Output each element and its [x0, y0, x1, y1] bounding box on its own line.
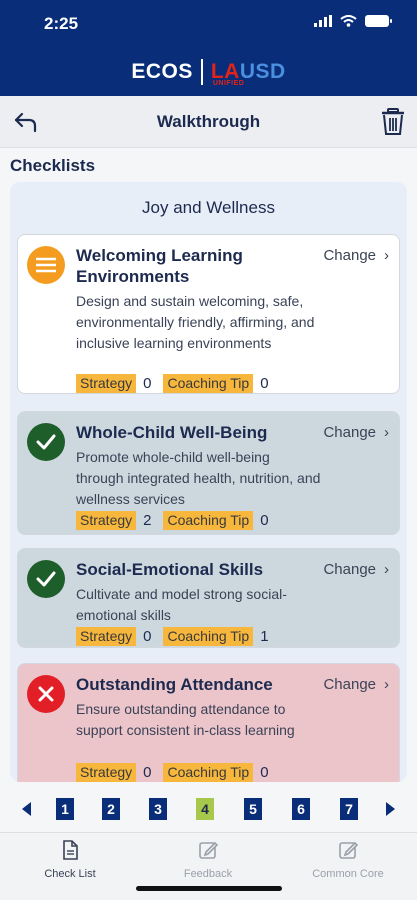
page-button-4[interactable]: 4 — [196, 798, 214, 820]
change-button[interactable]: Change › — [323, 247, 389, 264]
change-label: Change — [323, 676, 376, 693]
status-bar: 2:25 — [0, 0, 417, 48]
change-label: Change — [323, 247, 376, 264]
tab-feedback[interactable]: Feedback — [148, 839, 268, 880]
home-indicator — [136, 886, 282, 891]
page-button-7[interactable]: 7 — [340, 798, 358, 820]
card-tags: Strategy 2 Coaching Tip 0 — [76, 511, 281, 530]
check-glyph — [36, 571, 56, 587]
card-title: Outstanding Attendance — [76, 675, 273, 694]
card-description: Cultivate and model strong social-emotio… — [76, 586, 287, 623]
strategy-count: 0 — [143, 764, 152, 781]
pagination: 1 2 3 4 5 6 7 — [0, 796, 417, 824]
coaching-count: 0 — [260, 512, 269, 529]
tab-label: Check List — [44, 868, 96, 880]
signal-icon — [314, 15, 332, 27]
brand-divider — [200, 59, 203, 85]
coaching-count: 0 — [260, 764, 269, 781]
lausd-logo: LAUSD UNIFIED — [211, 60, 286, 87]
card-description: Ensure outstanding attendance to support… — [76, 701, 295, 738]
status-time: 2:25 — [44, 14, 79, 33]
panel-title: Joy and Wellness — [142, 198, 275, 217]
chevron-right-icon: › — [384, 676, 389, 693]
check-glyph — [36, 434, 56, 450]
nav-bar: Walkthrough — [0, 96, 417, 148]
tab-check-list[interactable]: Check List — [10, 839, 130, 880]
section-title: Checklists — [10, 156, 96, 175]
edit-icon — [199, 841, 219, 859]
chevron-right-icon: › — [384, 247, 389, 264]
document-icon — [63, 840, 78, 860]
x-circle-icon — [27, 675, 65, 713]
checklist-panel: Joy and Wellness Welcoming Learning Envi… — [10, 182, 407, 782]
strategy-tag: Strategy — [76, 374, 137, 393]
strategy-tag: Strategy — [76, 763, 137, 782]
page-button-6[interactable]: 6 — [292, 798, 310, 820]
status-icons — [314, 15, 392, 27]
chevron-right-icon: › — [384, 424, 389, 441]
pending-icon — [27, 246, 65, 284]
coaching-tag: Coaching Tip — [163, 374, 254, 393]
page-button-1[interactable]: 1 — [56, 798, 74, 820]
card-tags: Strategy 0 Coaching Tip 0 — [76, 374, 281, 393]
strategy-count: 0 — [143, 628, 152, 645]
card-description: Promote whole-child well-being through i… — [76, 449, 321, 507]
screen: 2:25 ECOS LAUSD UNIFIED Walkthrough Chec… — [0, 0, 417, 900]
battery-icon — [365, 15, 392, 27]
change-button[interactable]: Change › — [323, 424, 389, 441]
tab-common-core[interactable]: Common Core — [288, 839, 408, 880]
strategy-count: 2 — [143, 512, 152, 529]
card-tags: Strategy 0 Coaching Tip 1 — [76, 627, 281, 646]
x-glyph — [38, 686, 54, 702]
checklist-card[interactable]: Social-Emotional Skills Change › Cultiva… — [17, 548, 400, 648]
card-title: Social-Emotional Skills — [76, 560, 264, 579]
page-button-5[interactable]: 5 — [244, 798, 262, 820]
lines-glyph — [36, 257, 56, 273]
page-button-3[interactable]: 3 — [149, 798, 167, 820]
coaching-count: 0 — [260, 375, 269, 392]
card-description: Design and sustain welcoming, safe, envi… — [76, 293, 315, 351]
brand-bar: ECOS LAUSD UNIFIED — [0, 48, 417, 96]
logo-unified: UNIFIED — [212, 80, 245, 87]
check-circle-icon — [27, 423, 65, 461]
trash-icon[interactable] — [379, 107, 407, 137]
change-label: Change — [323, 561, 376, 578]
page-title: Walkthrough — [156, 112, 261, 131]
coaching-tag: Coaching Tip — [163, 511, 254, 530]
page-button-2[interactable]: 2 — [102, 798, 120, 820]
change-button[interactable]: Change › — [323, 676, 389, 693]
tab-label: Common Core — [312, 868, 384, 880]
card-tags: Strategy 0 Coaching Tip 0 — [76, 763, 281, 782]
logo-usd: USD — [239, 60, 286, 83]
brand-ecos: ECOS — [131, 60, 193, 83]
card-title: Welcoming Learning Environments — [76, 246, 243, 286]
caret-right-icon[interactable] — [385, 802, 395, 816]
change-button[interactable]: Change › — [323, 561, 389, 578]
coaching-tag: Coaching Tip — [163, 763, 254, 782]
chevron-right-icon: › — [384, 561, 389, 578]
strategy-tag: Strategy — [76, 627, 137, 646]
card-title: Whole-Child Well-Being — [76, 423, 268, 442]
checklist-card[interactable]: Whole-Child Well-Being Change › Promote … — [17, 411, 400, 535]
checklist-card[interactable]: Outstanding Attendance Change › Ensure o… — [17, 663, 400, 782]
caret-left-icon[interactable] — [22, 802, 32, 816]
change-label: Change — [323, 424, 376, 441]
strategy-count: 0 — [143, 375, 152, 392]
strategy-tag: Strategy — [76, 511, 137, 530]
tab-label: Feedback — [183, 868, 233, 880]
checklist-card[interactable]: Welcoming Learning Environments Change ›… — [17, 234, 400, 394]
edit-icon — [339, 841, 359, 859]
check-circle-icon — [27, 560, 65, 598]
coaching-count: 1 — [260, 628, 269, 645]
coaching-tag: Coaching Tip — [163, 627, 254, 646]
wifi-icon — [340, 15, 357, 27]
